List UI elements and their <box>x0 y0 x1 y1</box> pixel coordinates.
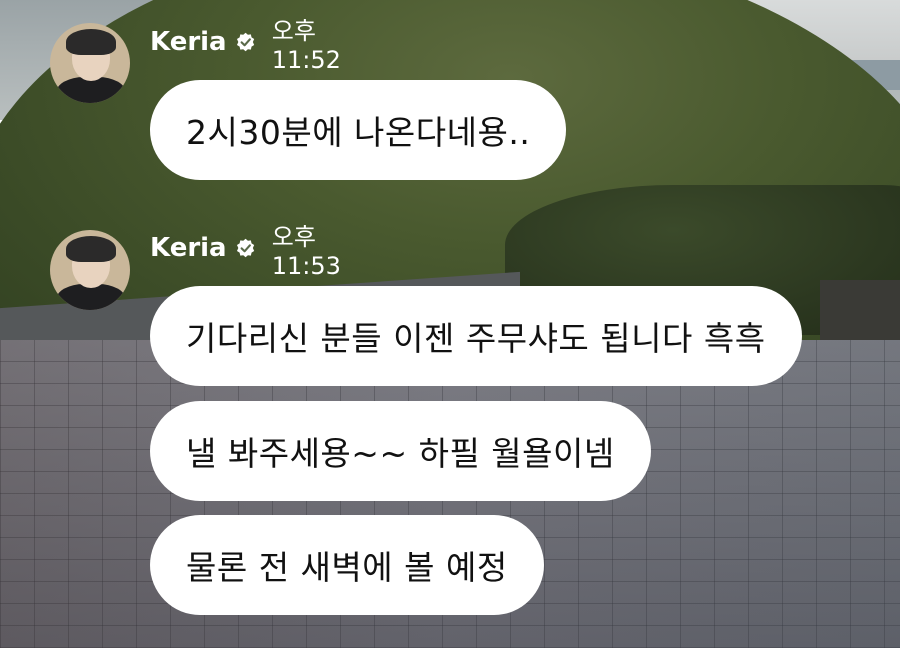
sender-name[interactable]: Keria <box>150 27 227 57</box>
verified-badge-icon <box>236 32 254 52</box>
avatar[interactable] <box>50 23 130 103</box>
message-text: 낼 봐주세용~~ 하필 월욜이넴 <box>186 434 615 473</box>
message-bubble[interactable]: 기다리신 분들 이젠 주무샤도 됩니다 흑흑 <box>150 286 802 386</box>
timestamp: 오후 11:53 <box>271 222 341 280</box>
message-text: 물론 전 새벽에 볼 예정 <box>186 548 508 587</box>
message-text: 기다리신 분들 이젠 주무샤도 됩니다 흑흑 <box>186 319 766 358</box>
message-bubble[interactable]: 물론 전 새벽에 볼 예정 <box>150 515 544 615</box>
message-text: 2시30분에 나온다네용.. <box>186 113 531 152</box>
sender-name[interactable]: Keria <box>150 233 227 263</box>
avatar[interactable] <box>50 230 130 310</box>
message-header: Keria 오후 11:52 <box>150 17 352 74</box>
verified-badge-icon <box>236 238 254 258</box>
message-bubble[interactable]: 낼 봐주세용~~ 하필 월욜이넴 <box>150 401 651 501</box>
message-bubble[interactable]: 2시30분에 나온다네용.. <box>150 80 567 180</box>
timestamp: 오후 11:52 <box>271 16 341 74</box>
message-header: Keria 오후 11:53 <box>150 223 352 280</box>
